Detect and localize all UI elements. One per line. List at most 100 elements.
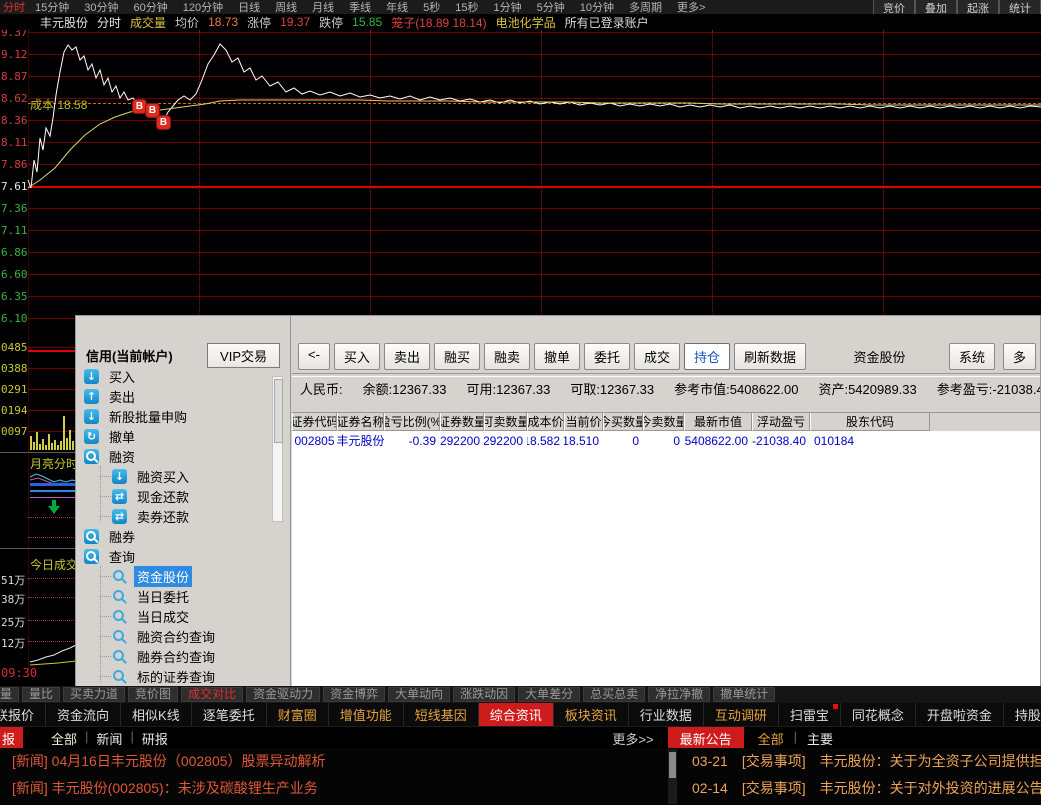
period-menu-item[interactable]: 日线 xyxy=(238,0,260,14)
column-header[interactable]: 当前价 xyxy=(564,413,603,431)
period-menu-item[interactable]: 5分钟 xyxy=(537,0,565,14)
function-tab[interactable]: 联报价 xyxy=(0,703,47,726)
period-menu-item[interactable]: 月线 xyxy=(312,0,334,14)
column-header[interactable]: 今买数量 xyxy=(603,413,643,431)
news-item[interactable]: [新闻] 丰元股份(002805)：未涉及碳酸锂生产业务 xyxy=(12,775,657,802)
function-tab[interactable]: 互动调研 xyxy=(704,703,779,726)
function-tab[interactable]: 行业数据 xyxy=(629,703,704,726)
trade-menu-item[interactable]: ↓ 买入 xyxy=(76,366,290,386)
indicator-tab[interactable]: 成交对比 xyxy=(181,687,244,702)
period-menu-item[interactable]: 5秒 xyxy=(423,0,440,14)
latest-announcements-tab[interactable]: 最新公告 xyxy=(667,727,744,749)
function-tab[interactable]: 逐笔委托 xyxy=(192,703,267,726)
period-menu-item[interactable]: 年线 xyxy=(386,0,408,14)
trade-toolbar-button[interactable]: 成交 xyxy=(634,342,681,370)
trade-toolbar-button[interactable]: 卖出 xyxy=(383,342,430,370)
trade-menu-item[interactable]: 当日委托 xyxy=(76,586,290,606)
period-menu-item[interactable]: 更多> xyxy=(677,0,705,14)
trade-menu-item[interactable]: 标的证券查询 xyxy=(76,666,290,686)
news-scrollbar[interactable] xyxy=(668,749,677,804)
column-header[interactable]: 证券数量 xyxy=(440,413,484,431)
trade-menu-item[interactable]: ↻ 撤单 xyxy=(76,426,290,446)
column-header[interactable]: 可卖数量 xyxy=(484,413,527,431)
trade-menu-item[interactable]: 资金股份 xyxy=(76,565,290,587)
trade-menu-item[interactable]: 融券合约查询 xyxy=(76,646,290,666)
sidebar-scrollbar[interactable] xyxy=(272,376,283,522)
function-tab[interactable]: 综合资讯 xyxy=(478,703,554,726)
indicator-tab[interactable]: 大单差分 xyxy=(518,687,581,702)
period-menu-item[interactable]: 10分钟 xyxy=(580,0,614,14)
system-button[interactable]: 系统 xyxy=(948,342,995,370)
news-scrollbar-thumb[interactable] xyxy=(669,752,676,778)
indicator-tab[interactable]: 总买总卖 xyxy=(583,687,646,702)
function-tab[interactable]: 相似K线 xyxy=(121,703,192,726)
period-tab-active[interactable]: 分时 xyxy=(3,0,25,14)
column-header[interactable]: 证券代码 xyxy=(292,413,337,431)
news-filter[interactable]: 新闻 xyxy=(96,729,122,748)
period-menu-item[interactable]: 30分钟 xyxy=(84,0,118,14)
topbar-button[interactable]: 起涨 xyxy=(957,0,999,14)
announcement-item[interactable]: 02-14 [交易事项] 丰元股份：关于对外投资的进展公告 xyxy=(692,775,1041,802)
trade-menu-item[interactable]: ⇄ 现金还款 xyxy=(76,486,290,506)
trade-toolbar-button[interactable]: 委托 xyxy=(584,342,631,370)
news-item[interactable]: [新闻] 04月16日丰元股份（002805）股票异动解析 xyxy=(12,748,657,775)
table-row[interactable]: 002805丰元股份 -0.39 292200 292200 18.582 18.510 0… xyxy=(292,431,1040,450)
announcement-item[interactable]: 03-21 [交易事项] 丰元股份：关于为全资子公司提供担保 xyxy=(692,748,1041,775)
trade-menu-item[interactable]: ⇄ 卖券还款 xyxy=(76,506,290,526)
trade-menu-item[interactable]: ↓ 融资买入 xyxy=(76,466,290,486)
system-button[interactable]: 多 xyxy=(1002,342,1036,370)
period-menu-item[interactable]: 60分钟 xyxy=(134,0,168,14)
function-tab[interactable]: 开盘啦资金 xyxy=(916,703,1004,726)
indicator-tab[interactable]: 资金驱动力 xyxy=(246,687,321,702)
trade-menu-item[interactable]: ↑ 卖出 xyxy=(76,386,290,406)
period-menu-item[interactable]: 季线 xyxy=(349,0,371,14)
column-header[interactable]: 今卖数量 xyxy=(643,413,684,431)
column-header[interactable]: 证券名称 xyxy=(337,413,384,431)
trade-toolbar-button[interactable]: 融买 xyxy=(433,342,480,370)
indicator-tab[interactable]: 大单动向 xyxy=(388,687,451,702)
scrollbar-thumb[interactable] xyxy=(274,379,283,443)
trade-toolbar-button[interactable]: 持仓 xyxy=(684,342,731,370)
vip-trade-button[interactable]: VIP交易 xyxy=(207,342,280,368)
topbar-button[interactable]: 统计 xyxy=(999,0,1041,14)
indicator-tab[interactable]: 买卖力道 xyxy=(63,687,126,702)
trade-menu-item[interactable]: 查询 xyxy=(76,546,290,566)
function-tab[interactable]: 扫雷宝 xyxy=(779,703,841,726)
trade-menu-item[interactable]: 融资合约查询 xyxy=(76,626,290,646)
indicator-tab[interactable]: 资金博弈 xyxy=(323,687,386,702)
trade-menu-item[interactable]: 融券 xyxy=(76,526,290,546)
news-more-link[interactable]: 更多>> xyxy=(612,729,653,748)
news-filter[interactable]: 全部 xyxy=(51,729,77,748)
indicator-tab[interactable]: 净拉净撤 xyxy=(648,687,711,702)
column-header[interactable]: 盈亏比例(%) xyxy=(384,413,440,431)
period-menu-item[interactable]: 周线 xyxy=(275,0,297,14)
period-menu-item[interactable]: 15秒 xyxy=(455,0,478,14)
function-tab[interactable]: 短线基因 xyxy=(404,703,479,726)
announcement-filter[interactable]: 主要 xyxy=(807,729,833,748)
trade-toolbar-button[interactable]: 刷新数据 xyxy=(734,342,807,370)
indicator-tab[interactable]: 涨跌动因 xyxy=(453,687,516,702)
function-tab[interactable]: 板块资讯 xyxy=(554,703,629,726)
trade-toolbar-button[interactable]: 买入 xyxy=(333,342,380,370)
news-filter[interactable]: 研报 xyxy=(142,729,168,748)
column-header[interactable]: 最新市值 xyxy=(684,413,752,431)
trade-toolbar-button[interactable]: 撤单 xyxy=(533,342,580,370)
column-header[interactable]: 股东代码 xyxy=(810,413,930,431)
trade-toolbar-button[interactable]: <- xyxy=(298,342,330,370)
period-menu-item[interactable]: 15分钟 xyxy=(35,0,69,14)
indicator-tab[interactable]: 量 xyxy=(0,687,20,702)
period-menu-item[interactable]: 多周期 xyxy=(629,0,662,14)
function-tab[interactable]: 增值功能 xyxy=(329,703,404,726)
function-tab[interactable]: 财富圈 xyxy=(267,703,329,726)
function-tab[interactable]: 持股基金 xyxy=(1004,703,1041,726)
trade-menu-item[interactable]: ↓ 新股批量申购 xyxy=(76,406,290,426)
period-menu-item[interactable]: 120分钟 xyxy=(183,0,223,14)
announcement-filter[interactable]: 全部 xyxy=(758,729,784,748)
topbar-button[interactable]: 叠加 xyxy=(915,0,957,14)
column-header[interactable]: 浮动盈亏 xyxy=(752,413,810,431)
function-tab[interactable]: 资金流向 xyxy=(46,703,122,726)
trade-toolbar-button[interactable]: 融卖 xyxy=(483,342,530,370)
indicator-tab[interactable]: 竞价图 xyxy=(128,687,179,702)
function-tab[interactable]: 同花概念 xyxy=(841,703,916,726)
trade-menu-item[interactable]: 当日成交 xyxy=(76,606,290,626)
